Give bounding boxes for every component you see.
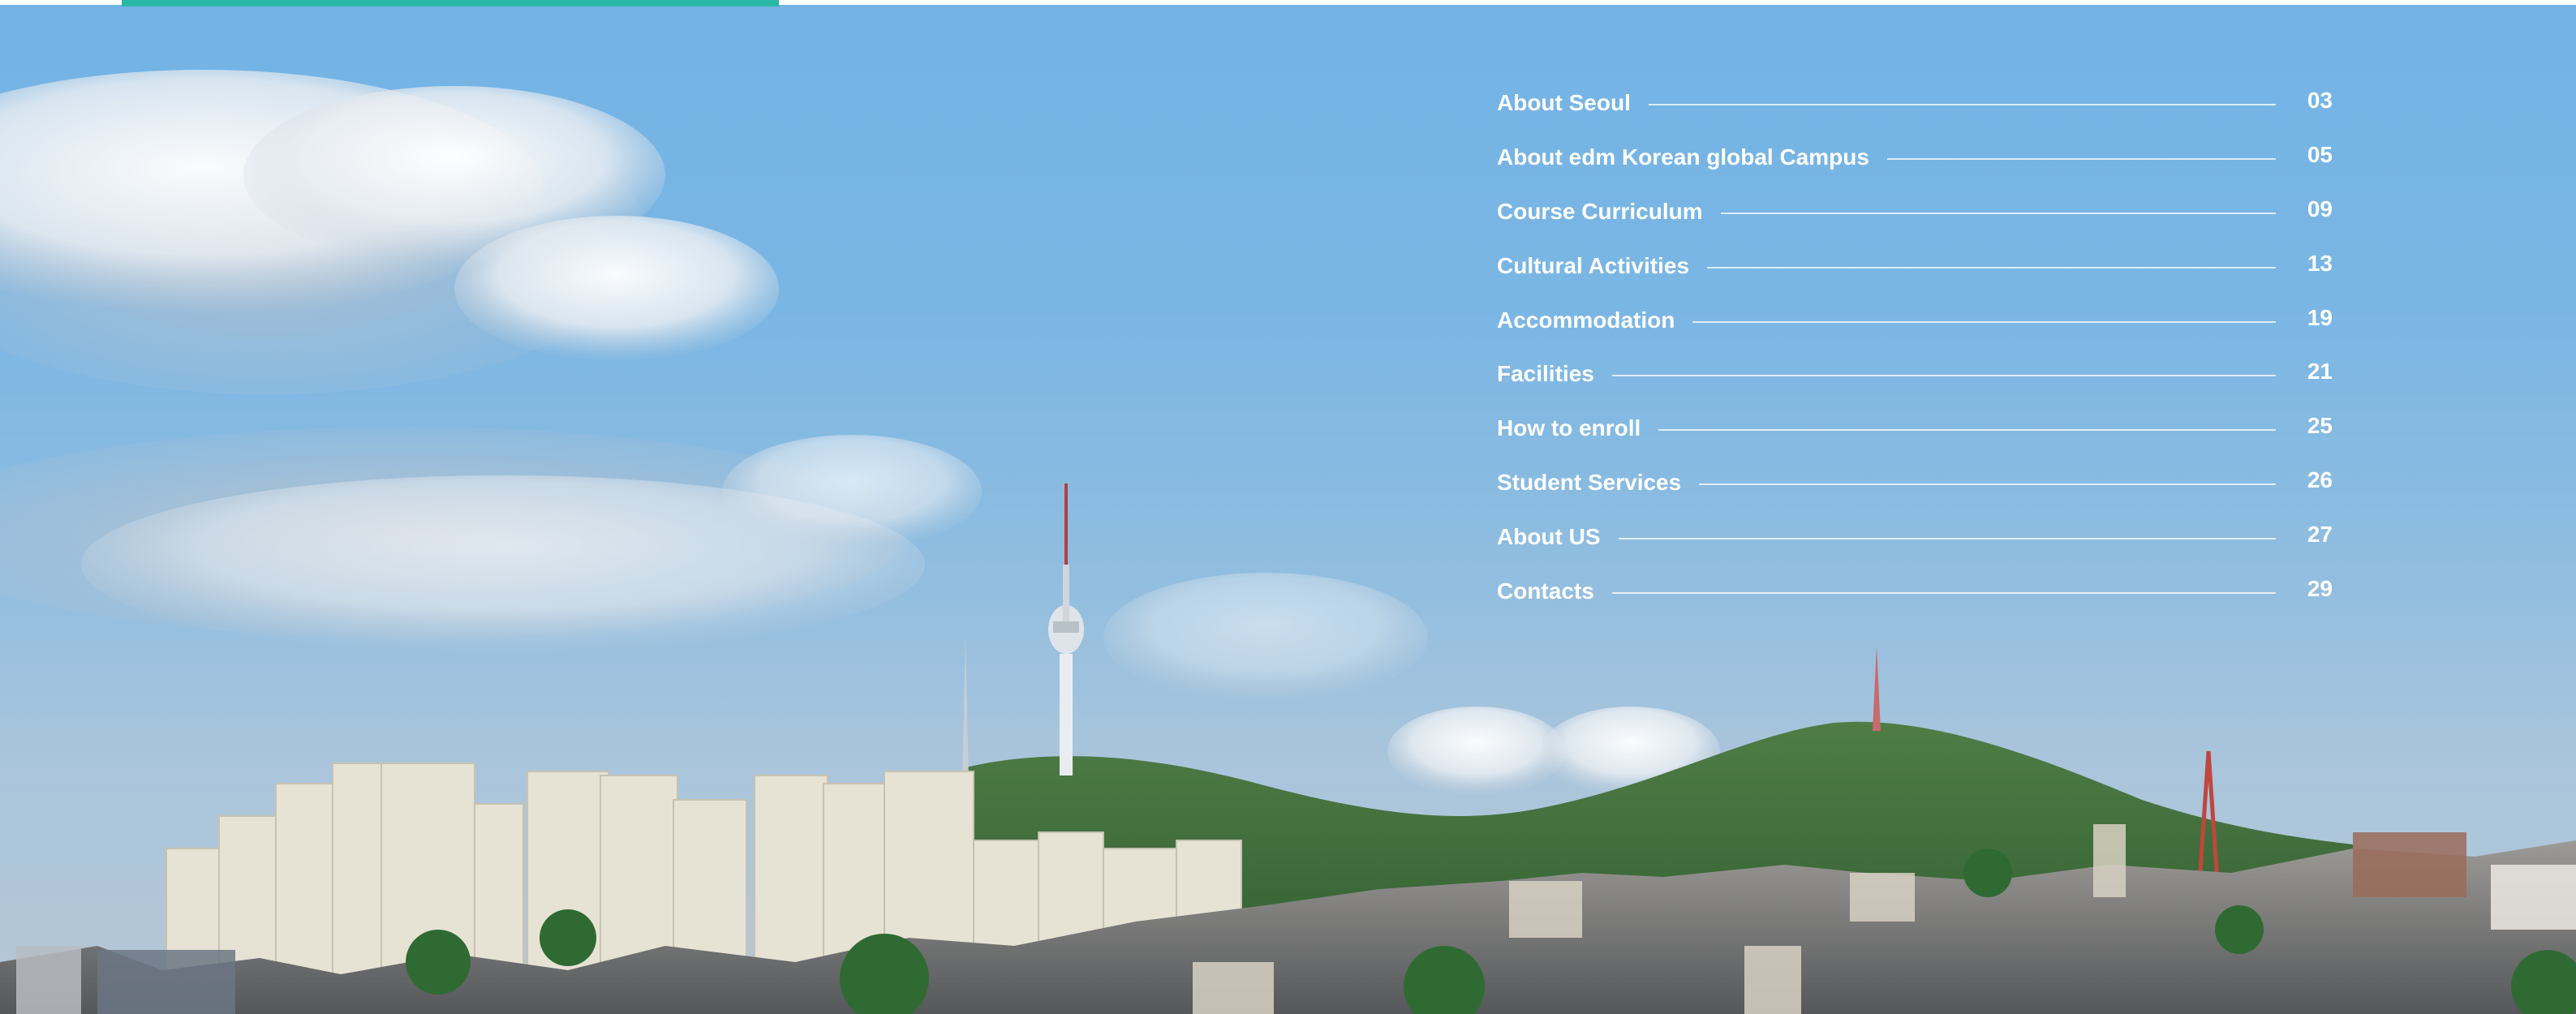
- toc-item-title: About edm Korean global Campus: [1497, 144, 1869, 170]
- toc-leader-line: [1611, 375, 2276, 377]
- toc-item[interactable]: Contacts 29: [1497, 564, 2333, 618]
- toc-item[interactable]: About Seoul 03: [1497, 76, 2333, 131]
- toc-item-title: How to enroll: [1497, 415, 1641, 441]
- toc-item[interactable]: Facilities 21: [1497, 347, 2333, 402]
- toc-item-page: 03: [2307, 88, 2333, 114]
- toc-leader-line: [1618, 537, 2276, 539]
- toc-item[interactable]: Cultural Activities 13: [1497, 238, 2333, 293]
- toc-item[interactable]: How to enroll 25: [1497, 402, 2333, 456]
- left-antenna: [962, 638, 969, 784]
- toc-item-page: 05: [2307, 142, 2333, 168]
- namsan-tower: [1048, 483, 1084, 776]
- toc-leader-line: [1699, 483, 2276, 485]
- toc-item-title: Accommodation: [1497, 307, 1675, 333]
- clouds: [0, 70, 1720, 796]
- hill-antenna: [1873, 646, 1881, 731]
- toc-item-title: Cultural Activities: [1497, 252, 1690, 278]
- toc-item-title: About US: [1497, 523, 1601, 549]
- toc-leader-line: [1692, 320, 2276, 323]
- toc-item[interactable]: Accommodation 19: [1497, 293, 2333, 347]
- toc-leader-line: [1611, 591, 2276, 594]
- toc-item-page: 13: [2307, 250, 2333, 276]
- toc-leader-line: [1886, 158, 2276, 161]
- toc-item-page: 09: [2307, 195, 2333, 221]
- seoul-skyline-photo: About Seoul 03 About edm Korean global Cam…: [0, 5, 2576, 1014]
- toc-item[interactable]: About US 27: [1497, 509, 2333, 564]
- toc-item-page: 19: [2307, 304, 2333, 330]
- toc-item-page: 26: [2307, 466, 2333, 492]
- toc-leader-line: [1720, 212, 2276, 214]
- toc-item-title: Facilities: [1497, 361, 1594, 387]
- toc-item[interactable]: About edm Korean global Campus 05: [1497, 131, 2333, 185]
- toc-item[interactable]: Course Curriculum 09: [1497, 185, 2333, 239]
- toc-item-title: Student Services: [1497, 469, 1682, 495]
- table-of-contents: About Seoul 03 About edm Korean global Cam…: [1497, 76, 2333, 618]
- toc-item-page: 25: [2307, 413, 2333, 439]
- toc-leader-line: [1658, 429, 2276, 432]
- accent-bar: [122, 0, 779, 6]
- toc-item-title: Contacts: [1497, 578, 1594, 604]
- toc-item-title: Course Curriculum: [1497, 198, 1703, 224]
- toc-leader-line: [1707, 266, 2276, 269]
- toc-item[interactable]: Student Services 26: [1497, 456, 2333, 510]
- toc-item-page: 21: [2307, 359, 2333, 385]
- toc-item-title: About Seoul: [1497, 90, 1631, 116]
- toc-leader-line: [1648, 104, 2276, 106]
- toc-item-page: 27: [2307, 521, 2333, 547]
- toc-item-page: 29: [2307, 575, 2333, 601]
